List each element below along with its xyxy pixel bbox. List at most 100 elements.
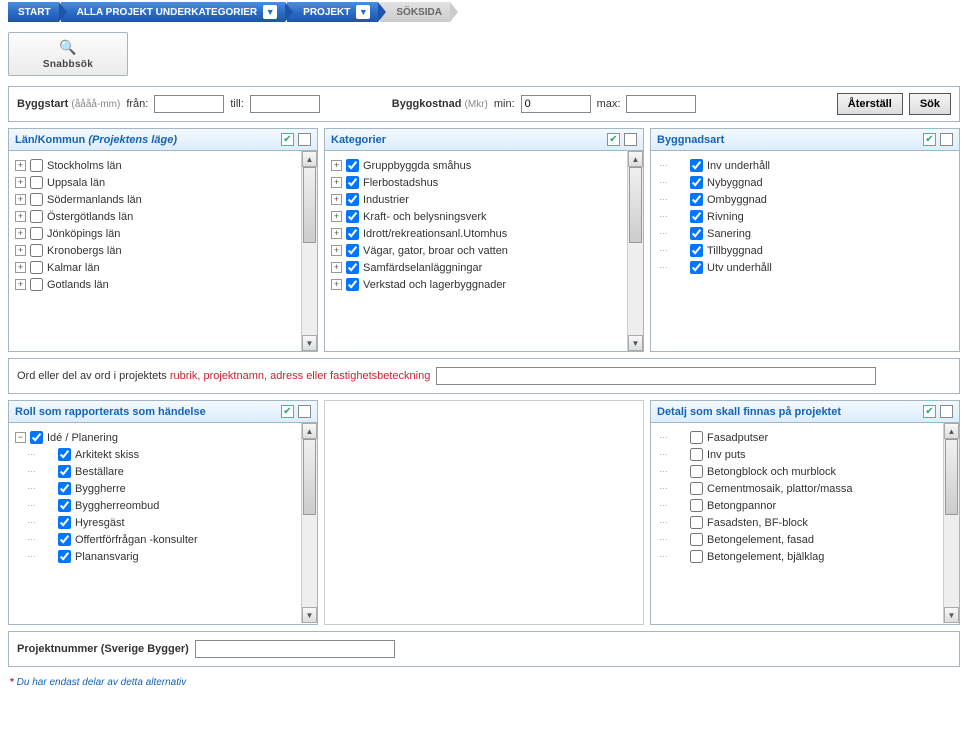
tree-item[interactable]: ⋯Byggherreombud xyxy=(15,497,313,514)
crumb-projekt[interactable]: PROJEKT▼ xyxy=(287,2,378,22)
scroll-up-icon[interactable]: ▲ xyxy=(302,151,317,167)
tree-item[interactable]: +Kronobergs län xyxy=(15,242,313,259)
scroll-down-icon[interactable]: ▼ xyxy=(302,335,317,351)
expand-icon[interactable]: + xyxy=(15,194,26,205)
tree-item-checkbox[interactable] xyxy=(690,261,703,274)
scrollbar[interactable]: ▲▼ xyxy=(301,423,317,623)
tree-item[interactable]: ⋯Hyresgäst xyxy=(15,514,313,531)
tree-item[interactable]: +Jönköpings län xyxy=(15,225,313,242)
expand-icon[interactable]: + xyxy=(15,262,26,273)
chevron-down-icon[interactable]: ▼ xyxy=(263,5,277,19)
tree-item[interactable]: ⋯Utv underhåll xyxy=(657,259,955,276)
tree-item[interactable]: ⋯Tillbyggnad xyxy=(657,242,955,259)
tree-item[interactable]: ⋯Planansvarig xyxy=(15,548,313,565)
tree-item[interactable]: +Idrott/rekreationsanl.Utomhus xyxy=(331,225,639,242)
tree-item[interactable]: ⋯Betongelement, bjälklag xyxy=(657,548,955,565)
tree-item[interactable]: ⋯Fasadputser xyxy=(657,429,955,446)
tree-item-checkbox[interactable] xyxy=(58,465,71,478)
select-all-checkbox[interactable] xyxy=(281,133,294,146)
tree-item-checkbox[interactable] xyxy=(690,448,703,461)
tree-item-checkbox[interactable] xyxy=(30,210,43,223)
tree-item-checkbox[interactable] xyxy=(346,227,359,240)
scroll-up-icon[interactable]: ▲ xyxy=(628,151,643,167)
textsearch-input[interactable] xyxy=(436,367,876,385)
tree-item[interactable]: +Gotlands län xyxy=(15,276,313,293)
reset-button[interactable]: Återställ xyxy=(837,93,903,115)
byggstart-from-input[interactable] xyxy=(154,95,224,113)
expand-icon[interactable]: + xyxy=(331,160,342,171)
tree-item[interactable]: +Uppsala län xyxy=(15,174,313,191)
projektnummer-input[interactable] xyxy=(195,640,395,658)
tree-item-checkbox[interactable] xyxy=(690,482,703,495)
tree-item-checkbox[interactable] xyxy=(346,278,359,291)
select-all-checkbox[interactable] xyxy=(607,133,620,146)
tree-item[interactable]: +Samfärdselanläggningar xyxy=(331,259,639,276)
collapse-icon[interactable]: − xyxy=(15,432,26,443)
tree-item-checkbox[interactable] xyxy=(690,465,703,478)
tree-item-checkbox[interactable] xyxy=(30,278,43,291)
tree-item-checkbox[interactable] xyxy=(690,499,703,512)
tree-item-checkbox[interactable] xyxy=(58,448,71,461)
tree-item-checkbox[interactable] xyxy=(30,159,43,172)
tree-item-checkbox[interactable] xyxy=(346,176,359,189)
expand-icon[interactable]: + xyxy=(331,262,342,273)
tree-item[interactable]: ⋯Offertförfrågan -konsulter xyxy=(15,531,313,548)
tree-item-checkbox[interactable] xyxy=(58,499,71,512)
tree-item-checkbox[interactable] xyxy=(58,550,71,563)
chevron-down-icon[interactable]: ▼ xyxy=(356,5,370,19)
tree-item[interactable]: +Kalmar län xyxy=(15,259,313,276)
max-input[interactable] xyxy=(626,95,696,113)
tree-item[interactable]: +Vägar, gator, broar och vatten xyxy=(331,242,639,259)
tree-item[interactable]: ⋯Rivning xyxy=(657,208,955,225)
deselect-all-checkbox[interactable] xyxy=(940,405,953,418)
select-all-checkbox[interactable] xyxy=(923,405,936,418)
tree-item[interactable]: ⋯Inv underhåll xyxy=(657,157,955,174)
expand-icon[interactable]: + xyxy=(15,160,26,171)
expand-icon[interactable]: + xyxy=(15,211,26,222)
scroll-up-icon[interactable]: ▲ xyxy=(944,423,959,439)
tree-item-checkbox[interactable] xyxy=(690,550,703,563)
expand-icon[interactable]: + xyxy=(331,177,342,188)
tree-item-checkbox[interactable] xyxy=(346,193,359,206)
expand-icon[interactable]: + xyxy=(331,245,342,256)
deselect-all-checkbox[interactable] xyxy=(940,133,953,146)
tree-item-checkbox[interactable] xyxy=(58,533,71,546)
tree-item[interactable]: ⋯Cementmosaik, plattor/massa xyxy=(657,480,955,497)
tree-item[interactable]: ⋯Inv puts xyxy=(657,446,955,463)
tree-item[interactable]: ⋯Ombyggnad xyxy=(657,191,955,208)
crumb-underkategorier[interactable]: ALLA PROJEKT UNDERKATEGORIER▼ xyxy=(61,2,286,22)
tree-item-checkbox[interactable] xyxy=(346,159,359,172)
expand-icon[interactable]: + xyxy=(15,245,26,256)
tree-item-checkbox[interactable] xyxy=(690,516,703,529)
scroll-up-icon[interactable]: ▲ xyxy=(302,423,317,439)
scroll-down-icon[interactable]: ▼ xyxy=(302,607,317,623)
expand-icon[interactable]: + xyxy=(15,177,26,188)
tree-item-checkbox[interactable] xyxy=(58,516,71,529)
crumb-start[interactable]: START xyxy=(8,2,59,22)
tree-item[interactable]: +Verkstad och lagerbyggnader xyxy=(331,276,639,293)
tree-item[interactable]: +Stockholms län xyxy=(15,157,313,174)
tree-item-checkbox[interactable] xyxy=(690,244,703,257)
min-input[interactable] xyxy=(521,95,591,113)
scrollbar[interactable]: ▲▼ xyxy=(301,151,317,351)
scrollbar[interactable]: ▲▼ xyxy=(943,423,959,623)
tree-item-checkbox[interactable] xyxy=(30,261,43,274)
tree-item[interactable]: ⋯Arkitekt skiss xyxy=(15,446,313,463)
expand-icon[interactable]: + xyxy=(15,279,26,290)
byggstart-to-input[interactable] xyxy=(250,95,320,113)
select-all-checkbox[interactable] xyxy=(923,133,936,146)
tree-item[interactable]: +Gruppbyggda småhus xyxy=(331,157,639,174)
tree-item[interactable]: ⋯Betongpannor xyxy=(657,497,955,514)
tree-item-checkbox[interactable] xyxy=(30,244,43,257)
tree-item-checkbox[interactable] xyxy=(30,431,43,444)
tree-item-checkbox[interactable] xyxy=(690,176,703,189)
tree-item[interactable]: +Östergötlands län xyxy=(15,208,313,225)
tree-item-checkbox[interactable] xyxy=(690,533,703,546)
deselect-all-checkbox[interactable] xyxy=(624,133,637,146)
expand-icon[interactable]: + xyxy=(15,228,26,239)
scroll-down-icon[interactable]: ▼ xyxy=(628,335,643,351)
deselect-all-checkbox[interactable] xyxy=(298,405,311,418)
tree-item[interactable]: +Industrier xyxy=(331,191,639,208)
tree-item[interactable]: ⋯Sanering xyxy=(657,225,955,242)
tree-item[interactable]: ⋯Betongblock och murblock xyxy=(657,463,955,480)
